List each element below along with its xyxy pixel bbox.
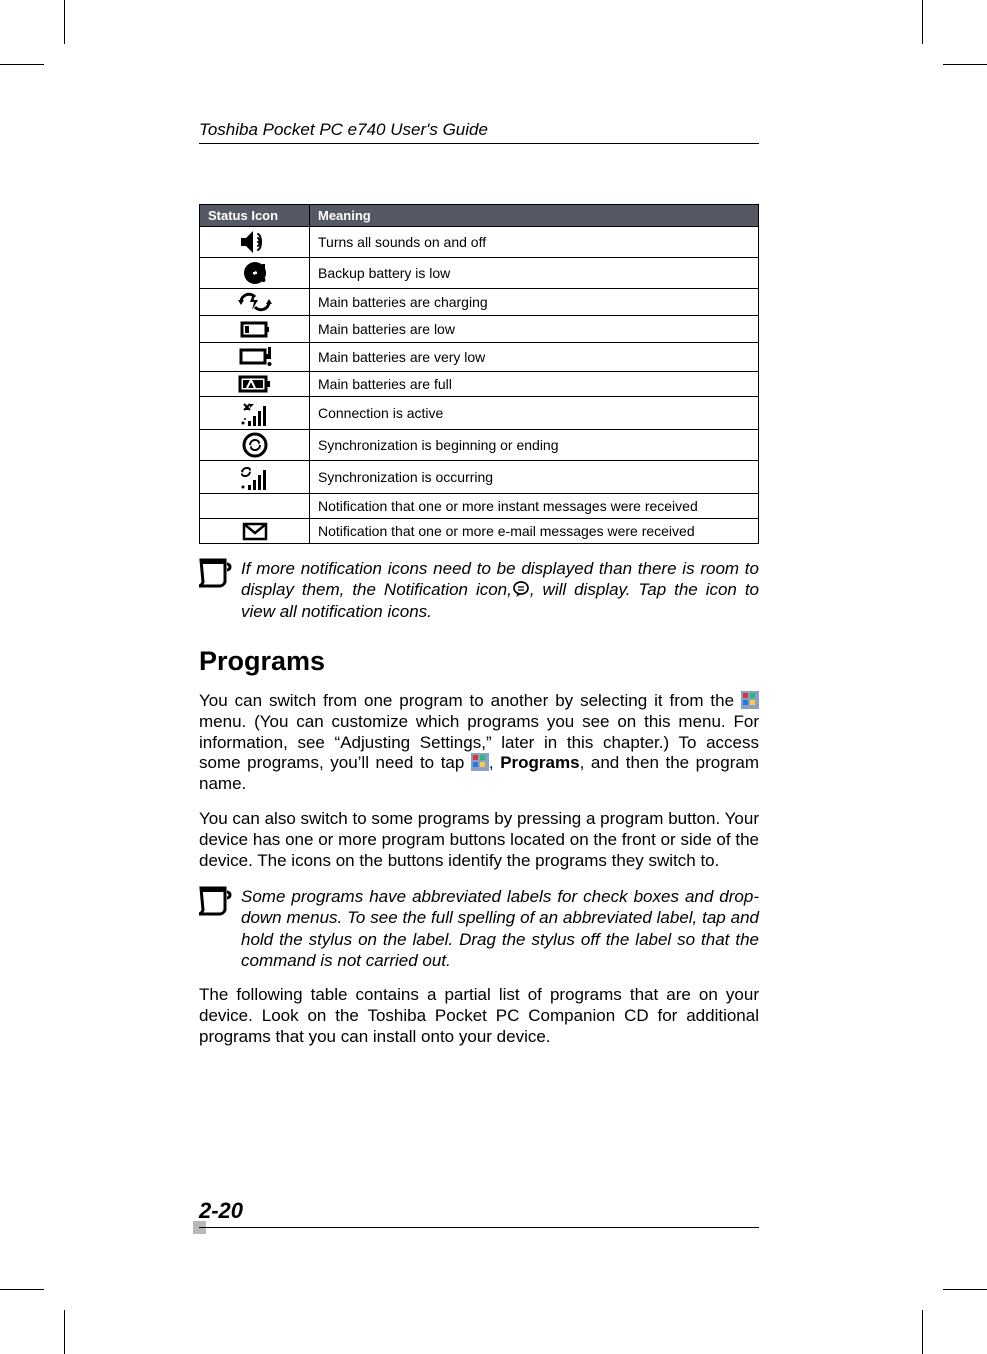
table-header-icon: Status Icon bbox=[200, 205, 310, 227]
table-cell-meaning: Notification that one or more e-mail mes… bbox=[310, 519, 759, 544]
notification-overflow-icon bbox=[512, 580, 530, 598]
crop-mark bbox=[64, 1310, 65, 1354]
note-text: Some programs have abbreviated labels fo… bbox=[241, 886, 759, 971]
body-paragraph: The following table contains a partial l… bbox=[199, 985, 759, 1048]
im-received-icon bbox=[200, 494, 310, 519]
start-menu-icon bbox=[741, 691, 759, 709]
note-block: If more notification icons need to be di… bbox=[199, 558, 759, 622]
start-menu-icon bbox=[471, 753, 489, 771]
table-header-meaning: Meaning bbox=[310, 205, 759, 227]
crop-mark bbox=[0, 1289, 44, 1290]
table-cell-meaning: Turns all sounds on and off bbox=[310, 227, 759, 258]
crop-mark bbox=[943, 1289, 987, 1290]
sync-begin-end-icon bbox=[200, 430, 310, 461]
table-cell-meaning: Main batteries are low bbox=[310, 316, 759, 343]
note-block: Some programs have abbreviated labels fo… bbox=[199, 886, 759, 971]
sync-occurring-icon bbox=[200, 461, 310, 494]
section-heading: Programs bbox=[199, 646, 759, 677]
table-cell-meaning: Main batteries are very low bbox=[310, 343, 759, 372]
crop-mark bbox=[922, 0, 923, 44]
backup-battery-low-icon bbox=[200, 258, 310, 289]
running-header: Toshiba Pocket PC e740 User's Guide bbox=[199, 120, 759, 140]
header-rule bbox=[199, 143, 759, 144]
status-icon-table: Status Icon Meaning Turns all sounds on … bbox=[199, 204, 759, 544]
note-marker-icon bbox=[199, 886, 233, 971]
batteries-full-icon bbox=[200, 372, 310, 397]
crop-mark bbox=[64, 0, 65, 44]
email-received-icon bbox=[200, 519, 310, 544]
note-marker-icon bbox=[199, 558, 233, 622]
table-cell-meaning: Main batteries are full bbox=[310, 372, 759, 397]
page-number-rule bbox=[199, 1227, 759, 1228]
table-cell-meaning: Notification that one or more instant me… bbox=[310, 494, 759, 519]
connection-active-icon bbox=[200, 397, 310, 430]
sound-toggle-icon bbox=[200, 227, 310, 258]
batteries-very-low-icon bbox=[200, 343, 310, 372]
batteries-low-icon bbox=[200, 316, 310, 343]
crop-mark bbox=[922, 1310, 923, 1354]
batteries-charging-icon bbox=[200, 289, 310, 316]
crop-mark bbox=[0, 64, 44, 65]
table-cell-meaning: Main batteries are charging bbox=[310, 289, 759, 316]
table-cell-meaning: Connection is active bbox=[310, 397, 759, 430]
body-paragraph: You can also switch to some programs by … bbox=[199, 809, 759, 872]
crop-mark bbox=[943, 64, 987, 65]
table-cell-meaning: Synchronization is occurring bbox=[310, 461, 759, 494]
body-paragraph: You can switch from one program to anoth… bbox=[199, 691, 759, 796]
page-number: 2-20 bbox=[199, 1198, 243, 1224]
table-cell-meaning: Synchronization is beginning or ending bbox=[310, 430, 759, 461]
table-cell-meaning: Backup battery is low bbox=[310, 258, 759, 289]
